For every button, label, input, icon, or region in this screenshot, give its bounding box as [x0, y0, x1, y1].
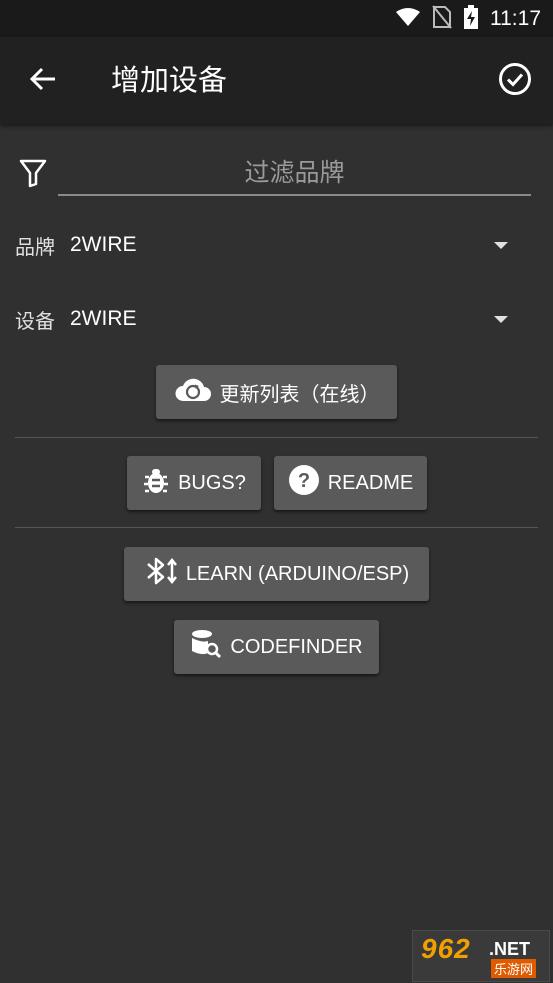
brand-spinner[interactable]: 品牌 2WIRE: [15, 225, 538, 265]
page-title: 增加设备: [111, 63, 228, 97]
wifi-icon: [396, 7, 420, 31]
dropdown-arrow-icon: [494, 315, 508, 323]
battery-charging-icon: [464, 5, 478, 33]
cloud-sync-icon: [174, 375, 212, 409]
status-time: 11:17: [490, 7, 541, 30]
no-sim-icon: [432, 5, 452, 33]
readme-button[interactable]: ? README: [274, 456, 427, 510]
status-icons: 11:17: [396, 5, 541, 33]
bluetooth-transfer-icon: [144, 556, 178, 592]
readme-label: README: [327, 471, 414, 494]
svg-text:?: ?: [298, 470, 310, 492]
brand-value: 2WIRE: [70, 233, 137, 256]
learn-button[interactable]: LEARN (ARDUINO/ESP): [124, 547, 429, 601]
update-list-button[interactable]: 更新列表（在线）: [156, 365, 397, 419]
device-value: 2WIRE: [70, 307, 137, 330]
bugs-button[interactable]: BUGS?: [127, 456, 261, 510]
update-list-label: 更新列表（在线）: [219, 381, 380, 406]
confirm-button[interactable]: [495, 61, 535, 101]
bug-icon: [142, 465, 170, 501]
watermark-logo: 962 .NET 乐游网: [412, 930, 550, 982]
status-bar: 11:17: [0, 0, 553, 37]
help-circle-icon: ?: [288, 464, 320, 502]
back-button[interactable]: [22, 60, 64, 102]
divider: [15, 527, 538, 528]
codefinder-label: CODEFINDER: [230, 635, 363, 658]
device-label: 设备: [15, 308, 55, 333]
check-circle-icon: [498, 62, 532, 100]
watermark-number: 962: [421, 933, 471, 964]
database-search-icon: [190, 629, 222, 665]
dropdown-arrow-icon: [494, 241, 508, 249]
divider: [15, 437, 538, 438]
learn-label: LEARN (ARDUINO/ESP): [185, 562, 410, 585]
bugs-label: BUGS?: [178, 471, 246, 494]
watermark-site: 乐游网: [491, 959, 537, 978]
filter-icon: [19, 158, 47, 192]
brand-label: 品牌: [15, 234, 55, 259]
app-bar: 增加设备: [0, 37, 553, 124]
arrow-back-icon: [29, 65, 57, 97]
brand-filter-input[interactable]: [58, 150, 531, 196]
codefinder-button[interactable]: CODEFINDER: [174, 620, 379, 674]
device-spinner[interactable]: 设备 2WIRE: [15, 299, 538, 339]
watermark-net: .NET: [489, 939, 531, 959]
